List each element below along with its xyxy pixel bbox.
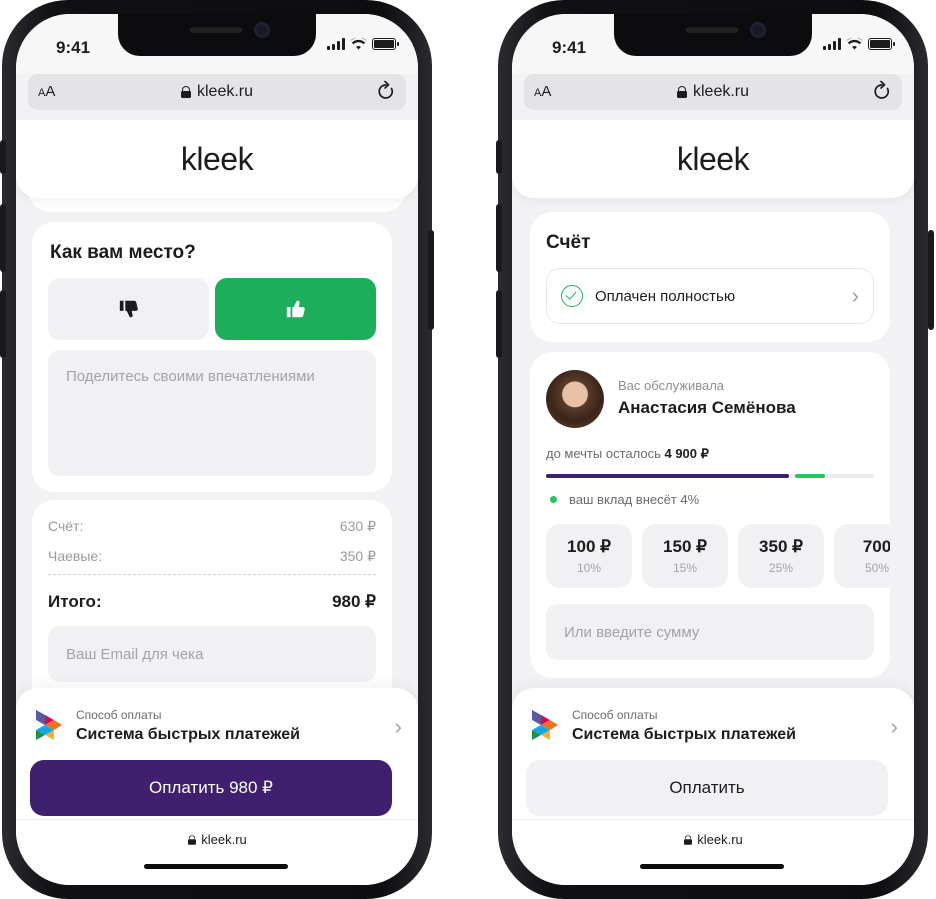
impressions-textarea[interactable]: Поделитесь своими впечатлениями <box>48 350 376 476</box>
custom-amount-field[interactable]: Или введите сумму <box>546 604 874 660</box>
footer-url[interactable]: kleek.ru <box>512 832 914 847</box>
feedback-card: Как вам место? Поделитесь своими впечатл… <box>32 222 392 492</box>
screen-right: 9:41 AA kleek.ru kleek Счёт Оплачен полн… <box>512 14 914 885</box>
phone-right: 9:41 AA kleek.ru kleek Счёт Оплачен полн… <box>496 0 934 899</box>
reload-icon[interactable] <box>376 80 396 102</box>
status-icons <box>327 38 399 50</box>
status-icons <box>823 38 895 50</box>
pay-button[interactable]: Оплатить <box>526 760 888 816</box>
payment-panel: Способ оплаты Система быстрых платежей ›… <box>512 688 914 828</box>
volume-down-button <box>0 290 6 358</box>
tip-option[interactable]: 100 ₽10% <box>546 524 632 588</box>
status-time: 9:41 <box>552 38 587 57</box>
tip-option[interactable]: 150 ₽15% <box>642 524 728 588</box>
check-circle-icon <box>561 285 583 307</box>
thumbs-down-icon <box>119 300 138 318</box>
signal-icon <box>327 38 345 50</box>
chevron-right-icon: › <box>851 283 859 308</box>
status-time: 9:41 <box>56 38 91 57</box>
tip-option[interactable]: 350 ₽25% <box>738 524 824 588</box>
browser-footer: kleek.ru <box>16 819 418 885</box>
power-button <box>428 230 434 330</box>
kleek-logo: kleek <box>676 140 750 177</box>
email-field[interactable]: Ваш Email для чека <box>48 626 376 682</box>
tip-options: 100 ₽10% 150 ₽15% 350 ₽25% 700 50% <box>546 524 890 588</box>
address-domain[interactable]: kleek.ru <box>676 83 749 101</box>
dislike-button[interactable] <box>48 278 209 340</box>
divider <box>48 574 376 575</box>
browser-address-bar[interactable]: AA kleek.ru <box>524 74 902 110</box>
silent-switch <box>496 140 502 174</box>
wifi-icon <box>350 38 367 50</box>
site-header: kleek <box>16 120 418 198</box>
reload-icon[interactable] <box>872 80 892 102</box>
footer-url[interactable]: kleek.ru <box>16 832 418 847</box>
payment-method-caption: Способ оплаты <box>76 708 162 722</box>
home-indicator[interactable] <box>144 864 288 869</box>
phone-left: 9:41 AA kleek.ru kleek Как вам место? По… <box>0 0 434 899</box>
camera-icon <box>750 22 766 38</box>
payment-method-value: Система быстрых платежей <box>572 726 796 743</box>
volume-up-button <box>496 204 502 272</box>
screen-left: 9:41 AA kleek.ru kleek Как вам место? По… <box>16 14 418 885</box>
tips-row: Чаевые: 350 ₽ <box>48 548 376 564</box>
payment-panel: Способ оплаты Система быстрых платежей ›… <box>16 688 418 828</box>
payment-method-caption: Способ оплаты <box>572 708 658 722</box>
battery-icon <box>868 38 895 50</box>
tip-options-clip: 100 ₽10% 150 ₽15% 350 ₽25% 700 50% Или вв… <box>530 352 890 678</box>
status-bar: 9:41 <box>512 14 914 74</box>
chevron-right-icon: › <box>394 714 402 739</box>
text-size-button[interactable]: AA <box>534 83 551 100</box>
power-button <box>928 230 934 330</box>
silent-switch <box>0 140 6 174</box>
bill-title: Счёт <box>546 232 591 253</box>
battery-icon <box>372 38 399 50</box>
camera-icon <box>254 22 270 38</box>
notch <box>118 14 316 56</box>
browser-address-bar[interactable]: AA kleek.ru <box>28 74 406 110</box>
home-indicator[interactable] <box>640 864 784 869</box>
kleek-logo: kleek <box>180 140 254 177</box>
chevron-right-icon: › <box>890 714 898 739</box>
address-domain[interactable]: kleek.ru <box>180 83 253 101</box>
signal-icon <box>823 38 841 50</box>
total-row: Итого: 980 ₽ <box>48 592 376 611</box>
sbp-logo-icon <box>36 710 62 740</box>
lock-icon <box>676 86 687 98</box>
wifi-icon <box>846 38 863 50</box>
tip-option[interactable]: 700 50% <box>834 524 890 588</box>
thumbs-up-icon <box>286 300 305 318</box>
order-summary-card: Счёт: 630 ₽ Чаевые: 350 ₽ Итого: 980 ₽ Ваш … <box>32 500 392 710</box>
notch <box>614 14 812 56</box>
waiter-card: Вас обслуживала Анастасия Семёнова до ме… <box>530 352 890 678</box>
bill-status-text: Оплачен полностью <box>595 287 736 305</box>
volume-up-button <box>0 204 6 272</box>
lock-icon <box>180 86 191 98</box>
volume-down-button <box>496 290 502 358</box>
bill-row: Счёт: 630 ₽ <box>48 518 376 534</box>
status-bar: 9:41 <box>16 14 418 74</box>
sbp-logo-icon <box>532 710 558 740</box>
like-button[interactable] <box>215 278 376 340</box>
site-header: kleek <box>512 120 914 198</box>
pay-button[interactable]: Оплатить 980 ₽ <box>30 760 392 816</box>
bill-card: Счёт Оплачен полностью › <box>530 212 890 342</box>
lock-icon <box>188 834 197 845</box>
text-size-button[interactable]: AA <box>38 83 55 100</box>
lock-icon <box>684 834 693 845</box>
bill-status-row[interactable]: Оплачен полностью › <box>546 268 874 324</box>
browser-footer: kleek.ru <box>512 819 914 885</box>
feedback-title: Как вам место? <box>50 242 196 263</box>
payment-method-value: Система быстрых платежей <box>76 726 300 743</box>
